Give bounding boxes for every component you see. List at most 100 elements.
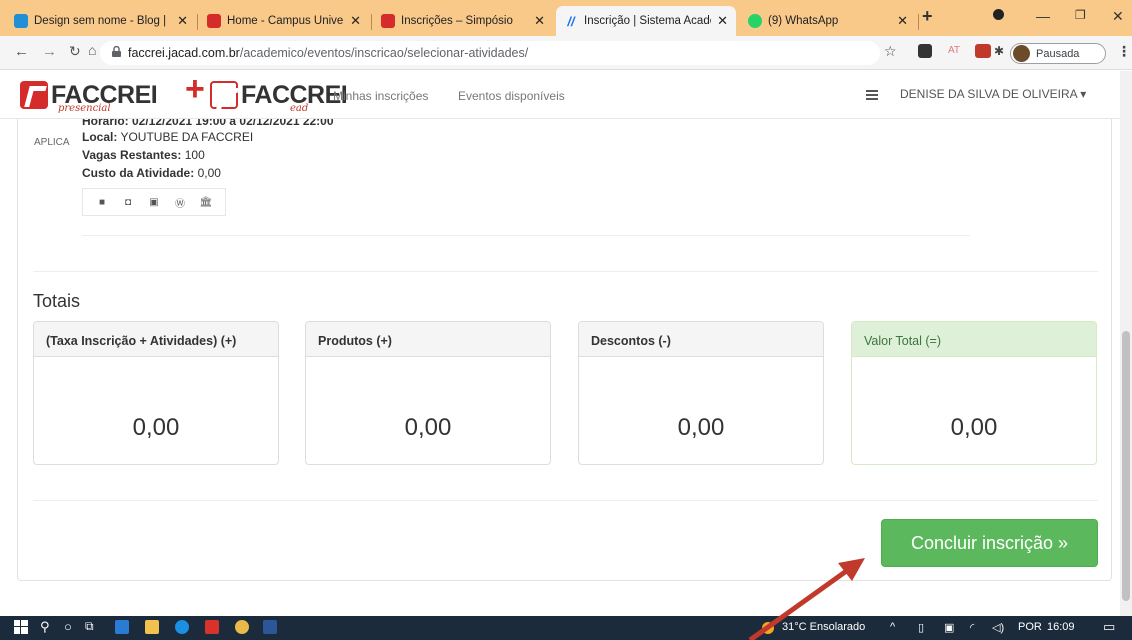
word-icon[interactable]	[263, 620, 277, 634]
logo-plus: +	[185, 70, 205, 108]
card-label: Descontos (-)	[579, 322, 823, 357]
extensions-puzzle-icon[interactable]: ✱	[994, 44, 1004, 58]
chevron-up-icon[interactable]: ^	[890, 621, 895, 633]
tab-title: Home - Campus Universit	[227, 15, 344, 27]
close-tab-icon[interactable]: ✕	[534, 13, 545, 29]
divider	[33, 500, 1098, 501]
clock[interactable]: 16:09	[1047, 621, 1075, 633]
avatar	[1013, 45, 1030, 62]
close-tab-icon[interactable]: ✕	[177, 13, 188, 29]
activity-custo: Custo da Atividade: 0,00	[82, 166, 221, 180]
card-value: 0,00	[404, 414, 452, 441]
tab-design-blog[interactable]: Design sem nome - Blog | ✕	[6, 6, 196, 36]
extension-robot-icon[interactable]	[918, 44, 932, 58]
profile-status: Pausada	[1036, 47, 1080, 60]
concluir-inscricao-button[interactable]: Concluir inscrição »	[881, 519, 1098, 567]
close-window-button[interactable]: ✕	[1112, 8, 1124, 25]
list-icon	[866, 89, 878, 100]
twitter-icon[interactable]: ◘	[115, 197, 141, 208]
nav-eventos-disponiveis[interactable]: Eventos disponíveis	[458, 89, 565, 103]
user-name: DENISE DA SILVA DE OLIVEIRA ▾	[900, 87, 1087, 101]
divider	[82, 235, 970, 236]
extension-badge-icon[interactable]	[975, 44, 991, 58]
minimize-button[interactable]: —	[1036, 8, 1050, 24]
total-card-taxa: (Taxa Inscrição + Atividades) (+) 0,00	[33, 321, 279, 465]
tab-inscricao-sistema[interactable]: // Inscrição | Sistema Acadê ✕	[556, 6, 736, 36]
bookmark-star-icon[interactable]: ☆	[884, 43, 897, 60]
activity-tag: APLICA	[34, 137, 70, 148]
total-card-produtos: Produtos (+) 0,00	[305, 321, 551, 465]
card-value: 0,00	[950, 414, 998, 441]
card-value: 0,00	[132, 414, 180, 441]
browser-menu-icon[interactable]: ⋮	[1117, 43, 1131, 60]
tab-title: (9) WhatsApp	[768, 15, 839, 27]
tab-favicon-icon: //	[567, 13, 575, 29]
url-text: faccrei.jacad.com.br/academico/eventos/i…	[128, 46, 529, 60]
tab-whatsapp[interactable]: (9) WhatsApp ✕	[740, 6, 916, 36]
search-icon[interactable]: ⚲	[40, 619, 50, 635]
annotation-arrow-icon	[748, 558, 865, 640]
totals-title: Totais	[33, 291, 81, 311]
facebook-icon[interactable]: ■	[89, 197, 115, 208]
tray-app-icon[interactable]: ▣	[944, 621, 954, 634]
volume-icon[interactable]: ◁)	[992, 621, 1004, 634]
tab-favicon-icon	[14, 14, 28, 28]
close-tab-icon[interactable]: ✕	[897, 13, 908, 29]
card-value: 0,00	[677, 414, 725, 441]
activity-vagas: Vagas Restantes: 100	[82, 148, 205, 162]
logo-sub: ead	[290, 103, 309, 114]
wordpress-icon[interactable]: Ⓦ	[167, 195, 193, 210]
faccrei-mark-icon	[210, 81, 238, 109]
faccrei-ead-logo[interactable]: FACCREI ead	[210, 79, 348, 114]
record-icon[interactable]	[993, 9, 1004, 20]
scrollbar-thumb[interactable]	[1122, 331, 1130, 601]
profile-button[interactable]: Pausada	[1010, 43, 1106, 64]
user-menu[interactable]: DENISE DA SILVA DE OLIVEIRA ▾	[866, 87, 1086, 101]
task-view-icon[interactable]: ⧉	[85, 619, 94, 634]
home-icon[interactable]: ⌂	[88, 42, 96, 58]
tray-icon[interactable]: ▯	[918, 621, 924, 634]
wifi-icon[interactable]: ◜	[970, 621, 974, 634]
card-label: Valor Total (=)	[852, 322, 1096, 357]
browser-toolbar: ← → ↻ ⌂ faccrei.jacad.com.br/academico/e…	[0, 36, 1132, 70]
lock-icon	[112, 46, 121, 57]
activity-local: Local: YOUTUBE DA FACCREI	[82, 130, 254, 144]
logo-sub: presencial	[58, 103, 111, 114]
tab-inscricoes-simposio[interactable]: Inscrições – Simpósio ✕	[373, 6, 553, 36]
address-bar[interactable]: faccrei.jacad.com.br/academico/eventos/i…	[100, 41, 880, 65]
close-tab-icon[interactable]: ✕	[717, 13, 728, 29]
file-explorer-icon[interactable]	[145, 620, 159, 634]
tab-favicon-icon	[381, 14, 395, 28]
nav-minhas-inscricoes[interactable]: Minhas inscrições	[333, 89, 428, 103]
tab-title: Inscrição | Sistema Acadê	[584, 15, 712, 27]
maximize-button[interactable]: ❐	[1075, 8, 1086, 22]
browser-tab-bar: Design sem nome - Blog | ✕ Home - Campus…	[0, 0, 1132, 36]
new-tab-button[interactable]: +	[922, 6, 933, 27]
tab-title: Design sem nome - Blog |	[34, 15, 167, 27]
extension-at-icon[interactable]: AT	[948, 45, 960, 56]
total-card-descontos: Descontos (-) 0,00	[578, 321, 824, 465]
linkedin-icon[interactable]: ▣	[141, 197, 167, 208]
tab-title: Inscrições – Simpósio	[401, 15, 513, 27]
language-indicator[interactable]: POR	[1018, 621, 1042, 633]
reload-icon[interactable]: ↻	[69, 43, 81, 60]
faccrei-presencial-logo[interactable]: FACCREI presencial	[20, 79, 158, 114]
institution-icon[interactable]: 🏛	[193, 197, 219, 208]
page-scrollbar[interactable]	[1120, 71, 1132, 616]
acrobat-icon[interactable]	[205, 620, 219, 634]
tab-favicon-icon	[207, 14, 221, 28]
close-tab-icon[interactable]: ✕	[350, 13, 361, 29]
windows-start-icon[interactable]	[14, 620, 28, 634]
divider	[33, 271, 1098, 272]
tab-campus-home[interactable]: Home - Campus Universit ✕	[199, 6, 369, 36]
store-icon[interactable]	[115, 620, 129, 634]
forward-arrow-icon[interactable]: →	[42, 43, 57, 60]
cortana-icon[interactable]: ○	[64, 619, 72, 634]
total-card-valor-total: Valor Total (=) 0,00	[851, 321, 1097, 465]
chrome-icon[interactable]	[235, 620, 249, 634]
notifications-icon[interactable]: ▭	[1103, 619, 1115, 635]
back-arrow-icon[interactable]: ←	[14, 43, 29, 60]
tab-favicon-icon	[748, 14, 762, 28]
edge-icon[interactable]	[175, 620, 189, 634]
faccrei-mark-icon	[20, 81, 48, 109]
